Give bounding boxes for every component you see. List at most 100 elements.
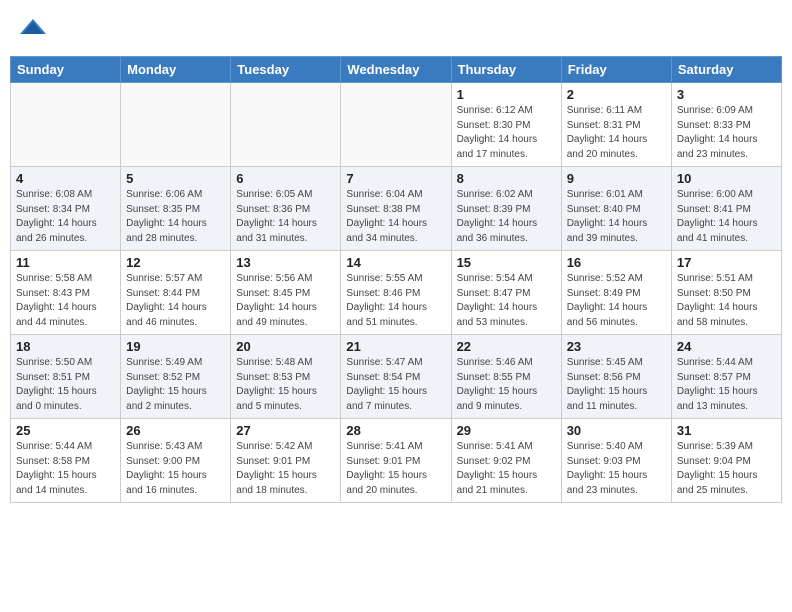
day-number: 23: [567, 339, 666, 354]
day-of-week-header: Monday: [121, 57, 231, 83]
day-number: 6: [236, 171, 335, 186]
calendar-day-cell: 19 Sunrise: 5:49 AM Sunset: 8:52 PM Dayli…: [121, 335, 231, 419]
day-info: Sunrise: 5:46 AM Sunset: 8:55 PM Dayligh…: [457, 356, 556, 414]
day-number: 18: [16, 339, 115, 354]
calendar-day-cell: 15 Sunrise: 5:54 AM Sunset: 8:47 PM Dayli…: [451, 251, 561, 335]
day-info: Sunrise: 6:06 AM Sunset: 8:35 PM Dayligh…: [126, 188, 225, 246]
day-number: 28: [346, 423, 445, 438]
day-number: 10: [677, 171, 776, 186]
calendar-day-cell: 11 Sunrise: 5:58 AM Sunset: 8:43 PM Dayli…: [11, 251, 121, 335]
calendar-day-cell: 29 Sunrise: 5:41 AM Sunset: 9:02 PM Dayli…: [451, 419, 561, 503]
day-info: Sunrise: 5:45 AM Sunset: 8:56 PM Dayligh…: [567, 356, 666, 414]
day-number: 25: [16, 423, 115, 438]
day-info: Sunrise: 5:58 AM Sunset: 8:43 PM Dayligh…: [16, 272, 115, 330]
calendar-day-cell: 4 Sunrise: 6:08 AM Sunset: 8:34 PM Daylig…: [11, 167, 121, 251]
day-number: 19: [126, 339, 225, 354]
day-number: 24: [677, 339, 776, 354]
day-info: Sunrise: 6:11 AM Sunset: 8:31 PM Dayligh…: [567, 104, 666, 162]
calendar-day-cell: 8 Sunrise: 6:02 AM Sunset: 8:39 PM Daylig…: [451, 167, 561, 251]
day-info: Sunrise: 5:49 AM Sunset: 8:52 PM Dayligh…: [126, 356, 225, 414]
day-number: 26: [126, 423, 225, 438]
day-info: Sunrise: 5:56 AM Sunset: 8:45 PM Dayligh…: [236, 272, 335, 330]
page-header: [10, 10, 782, 48]
logo-icon: [18, 14, 48, 44]
day-number: 27: [236, 423, 335, 438]
day-number: 3: [677, 87, 776, 102]
day-number: 21: [346, 339, 445, 354]
calendar-day-cell: 28 Sunrise: 5:41 AM Sunset: 9:01 PM Dayli…: [341, 419, 451, 503]
day-info: Sunrise: 5:48 AM Sunset: 8:53 PM Dayligh…: [236, 356, 335, 414]
day-info: Sunrise: 6:08 AM Sunset: 8:34 PM Dayligh…: [16, 188, 115, 246]
calendar-day-cell: 12 Sunrise: 5:57 AM Sunset: 8:44 PM Dayli…: [121, 251, 231, 335]
calendar-day-cell: 21 Sunrise: 5:47 AM Sunset: 8:54 PM Dayli…: [341, 335, 451, 419]
day-info: Sunrise: 5:55 AM Sunset: 8:46 PM Dayligh…: [346, 272, 445, 330]
day-info: Sunrise: 6:09 AM Sunset: 8:33 PM Dayligh…: [677, 104, 776, 162]
logo: [18, 14, 50, 44]
calendar-week-row: 1 Sunrise: 6:12 AM Sunset: 8:30 PM Daylig…: [11, 83, 782, 167]
day-of-week-header: Friday: [561, 57, 671, 83]
day-info: Sunrise: 5:47 AM Sunset: 8:54 PM Dayligh…: [346, 356, 445, 414]
day-number: 13: [236, 255, 335, 270]
calendar-day-cell: 22 Sunrise: 5:46 AM Sunset: 8:55 PM Dayli…: [451, 335, 561, 419]
day-number: 16: [567, 255, 666, 270]
day-number: 1: [457, 87, 556, 102]
day-number: 4: [16, 171, 115, 186]
calendar-day-cell: 30 Sunrise: 5:40 AM Sunset: 9:03 PM Dayli…: [561, 419, 671, 503]
day-of-week-header: Tuesday: [231, 57, 341, 83]
day-info: Sunrise: 5:44 AM Sunset: 8:58 PM Dayligh…: [16, 440, 115, 498]
calendar-day-cell: 14 Sunrise: 5:55 AM Sunset: 8:46 PM Dayli…: [341, 251, 451, 335]
day-info: Sunrise: 6:05 AM Sunset: 8:36 PM Dayligh…: [236, 188, 335, 246]
day-info: Sunrise: 5:41 AM Sunset: 9:02 PM Dayligh…: [457, 440, 556, 498]
calendar-table: SundayMondayTuesdayWednesdayThursdayFrid…: [10, 56, 782, 503]
calendar-header-row: SundayMondayTuesdayWednesdayThursdayFrid…: [11, 57, 782, 83]
day-number: 17: [677, 255, 776, 270]
day-number: 5: [126, 171, 225, 186]
day-info: Sunrise: 5:57 AM Sunset: 8:44 PM Dayligh…: [126, 272, 225, 330]
day-info: Sunrise: 5:44 AM Sunset: 8:57 PM Dayligh…: [677, 356, 776, 414]
day-of-week-header: Wednesday: [341, 57, 451, 83]
calendar-day-cell: 6 Sunrise: 6:05 AM Sunset: 8:36 PM Daylig…: [231, 167, 341, 251]
day-info: Sunrise: 5:39 AM Sunset: 9:04 PM Dayligh…: [677, 440, 776, 498]
calendar-day-cell: 26 Sunrise: 5:43 AM Sunset: 9:00 PM Dayli…: [121, 419, 231, 503]
day-number: 15: [457, 255, 556, 270]
calendar-day-cell: 1 Sunrise: 6:12 AM Sunset: 8:30 PM Daylig…: [451, 83, 561, 167]
calendar-day-cell: 31 Sunrise: 5:39 AM Sunset: 9:04 PM Dayli…: [671, 419, 781, 503]
calendar-day-cell: 7 Sunrise: 6:04 AM Sunset: 8:38 PM Daylig…: [341, 167, 451, 251]
day-of-week-header: Sunday: [11, 57, 121, 83]
day-number: 8: [457, 171, 556, 186]
calendar-week-row: 4 Sunrise: 6:08 AM Sunset: 8:34 PM Daylig…: [11, 167, 782, 251]
day-number: 2: [567, 87, 666, 102]
day-of-week-header: Thursday: [451, 57, 561, 83]
calendar-week-row: 11 Sunrise: 5:58 AM Sunset: 8:43 PM Dayli…: [11, 251, 782, 335]
day-info: Sunrise: 5:43 AM Sunset: 9:00 PM Dayligh…: [126, 440, 225, 498]
calendar-day-cell: 3 Sunrise: 6:09 AM Sunset: 8:33 PM Daylig…: [671, 83, 781, 167]
day-info: Sunrise: 6:04 AM Sunset: 8:38 PM Dayligh…: [346, 188, 445, 246]
day-number: 7: [346, 171, 445, 186]
day-number: 9: [567, 171, 666, 186]
day-info: Sunrise: 5:40 AM Sunset: 9:03 PM Dayligh…: [567, 440, 666, 498]
calendar-day-cell: 27 Sunrise: 5:42 AM Sunset: 9:01 PM Dayli…: [231, 419, 341, 503]
day-number: 31: [677, 423, 776, 438]
day-number: 22: [457, 339, 556, 354]
day-info: Sunrise: 6:12 AM Sunset: 8:30 PM Dayligh…: [457, 104, 556, 162]
calendar-week-row: 18 Sunrise: 5:50 AM Sunset: 8:51 PM Dayli…: [11, 335, 782, 419]
calendar-day-cell: 5 Sunrise: 6:06 AM Sunset: 8:35 PM Daylig…: [121, 167, 231, 251]
day-number: 12: [126, 255, 225, 270]
day-info: Sunrise: 5:54 AM Sunset: 8:47 PM Dayligh…: [457, 272, 556, 330]
day-number: 30: [567, 423, 666, 438]
day-of-week-header: Saturday: [671, 57, 781, 83]
day-number: 11: [16, 255, 115, 270]
calendar-day-cell: 17Sunrise: 5:51 AM Sunset: 8:50 PM Dayli…: [671, 251, 781, 335]
day-info: Sunrise: 6:02 AM Sunset: 8:39 PM Dayligh…: [457, 188, 556, 246]
day-info: Sunrise: 5:42 AM Sunset: 9:01 PM Dayligh…: [236, 440, 335, 498]
calendar-day-cell: [121, 83, 231, 167]
day-info: Sunrise: 5:52 AM Sunset: 8:49 PM Dayligh…: [567, 272, 666, 330]
calendar-day-cell: 25 Sunrise: 5:44 AM Sunset: 8:58 PM Dayli…: [11, 419, 121, 503]
calendar-day-cell: [341, 83, 451, 167]
day-info: Sunrise: 5:50 AM Sunset: 8:51 PM Dayligh…: [16, 356, 115, 414]
day-info: Sunrise: 5:41 AM Sunset: 9:01 PM Dayligh…: [346, 440, 445, 498]
calendar-week-row: 25 Sunrise: 5:44 AM Sunset: 8:58 PM Dayli…: [11, 419, 782, 503]
day-number: 29: [457, 423, 556, 438]
day-number: 14: [346, 255, 445, 270]
calendar-day-cell: 16 Sunrise: 5:52 AM Sunset: 8:49 PM Dayli…: [561, 251, 671, 335]
